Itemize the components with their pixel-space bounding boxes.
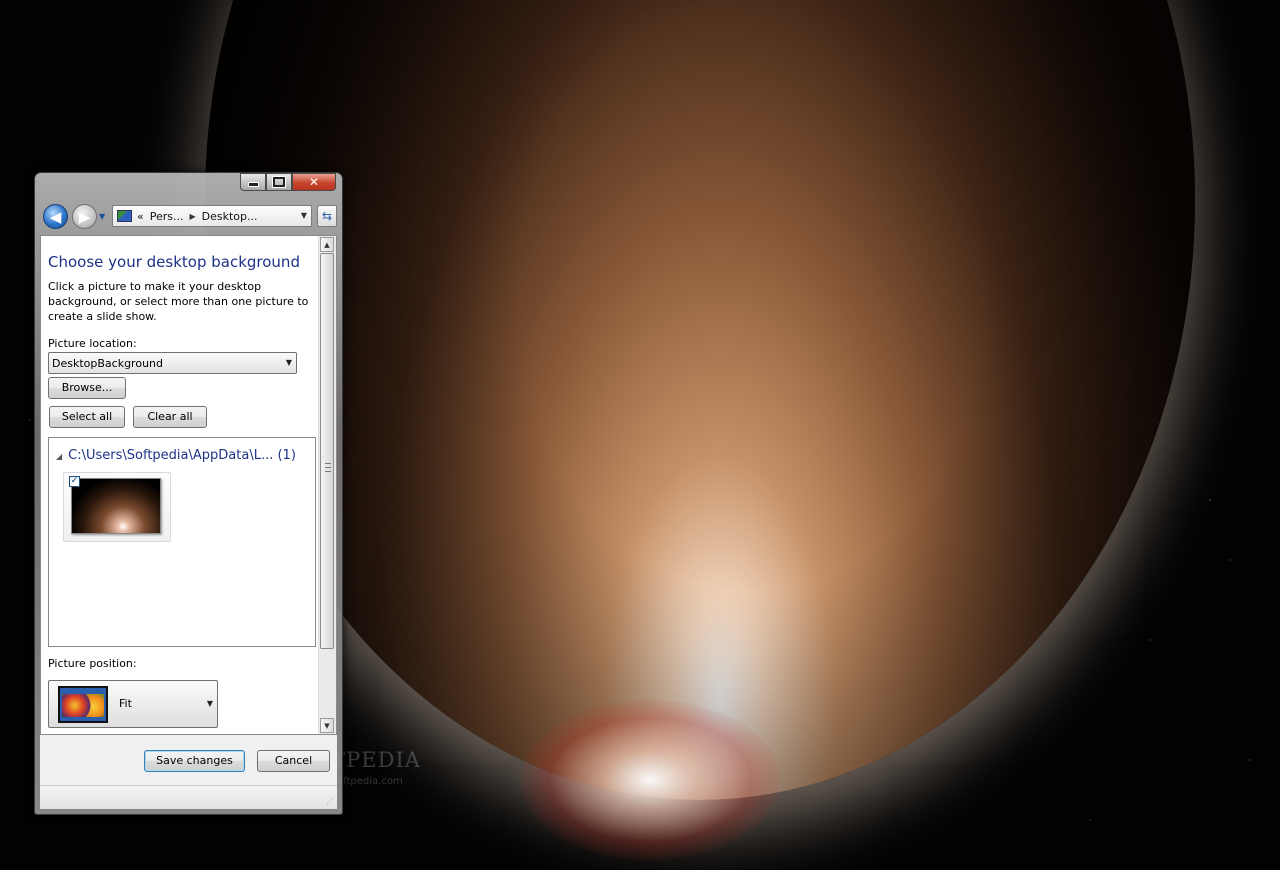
refresh-button[interactable]: ⇆ [317, 205, 337, 227]
minimize-icon [247, 182, 259, 187]
close-button[interactable]: ✕ [292, 173, 336, 191]
back-arrow-icon: ◀ [49, 207, 62, 226]
resize-grip-icon[interactable]: ⋰ [326, 797, 334, 806]
vertical-scrollbar[interactable]: ▲ ▼ [318, 236, 336, 734]
refresh-icon: ⇆ [321, 209, 333, 223]
chevron-down-icon: ▼ [206, 699, 213, 708]
page-description: Click a picture to make it your desktop … [48, 280, 309, 323]
scrollbar-thumb[interactable] [320, 253, 334, 649]
collapse-triangle-icon[interactable]: ◢ [56, 452, 62, 461]
picture-position-value: Fit [119, 697, 132, 710]
address-dropdown-icon[interactable]: ▼ [301, 211, 307, 220]
picture-position-dropdown[interactable]: Fit ▼ [48, 680, 218, 728]
lens-flare [520, 700, 780, 860]
breadcrumb-personalization[interactable]: Pers... [150, 210, 184, 223]
page-title: Choose your desktop background [48, 253, 300, 271]
forward-button[interactable]: ▶ [72, 204, 97, 229]
folder-group-header[interactable]: ◢ C:\Users\Softpedia\AppData\L... (1) [56, 448, 296, 463]
cancel-button[interactable]: Cancel [257, 750, 330, 772]
picture-thumbnail-tile[interactable]: ✓ [63, 472, 171, 542]
picture-location-dropdown[interactable]: DesktopBackground ▼ [48, 352, 297, 374]
picture-location-label: Picture location: [48, 337, 137, 350]
browse-button[interactable]: Browse... [48, 377, 126, 399]
content-pane: Choose your desktop background Click a p… [40, 235, 337, 735]
picture-location-value: DesktopBackground [52, 357, 163, 370]
save-changes-button[interactable]: Save changes [144, 750, 245, 772]
address-bar[interactable]: « Pers... ▶ Desktop... ▼ [112, 205, 312, 227]
maximize-icon [272, 176, 286, 188]
recent-pages-dropdown[interactable]: ▼ [99, 212, 105, 221]
thumbnail-checkbox[interactable]: ✓ [69, 476, 80, 487]
picture-position-label: Picture position: [48, 657, 137, 670]
clear-all-button[interactable]: Clear all [133, 406, 207, 428]
flowers-preview-image [62, 694, 104, 717]
status-bar: ⋰ [40, 785, 337, 809]
close-icon: ✕ [308, 175, 320, 189]
maximize-button[interactable] [266, 173, 292, 191]
forward-arrow-icon: ▶ [78, 207, 91, 226]
scroll-down-icon: ▼ [324, 721, 330, 730]
minimize-button[interactable] [240, 173, 266, 191]
chevron-down-icon: ▼ [285, 358, 292, 367]
back-button[interactable]: ◀ [43, 204, 68, 229]
dialog-footer: Save changes Cancel [40, 735, 337, 785]
scroll-down-button[interactable]: ▼ [320, 718, 334, 733]
folder-path: C:\Users\Softpedia\AppData\L... (1) [68, 448, 296, 463]
select-all-button[interactable]: Select all [49, 406, 125, 428]
position-preview-icon [58, 686, 108, 723]
breadcrumb-desktop-background[interactable]: Desktop... [202, 210, 258, 223]
scroll-up-icon: ▲ [324, 240, 330, 249]
breadcrumb-separator-icon[interactable]: ▶ [190, 212, 196, 221]
chevron-down-icon: ▼ [99, 212, 106, 221]
scroll-grip-icon [325, 463, 331, 472]
scroll-up-button[interactable]: ▲ [320, 237, 334, 252]
control-panel-icon [117, 210, 132, 222]
caption-buttons: ✕ [240, 173, 336, 191]
personalization-window: ✕ ◀ ▶ ▼ « Pers... ▶ Desktop... ▼ ⇆ Choos… [34, 172, 343, 815]
breadcrumb-overflow[interactable]: « [137, 210, 144, 223]
planet-thumbnail [71, 478, 161, 534]
picture-list[interactable]: ◢ C:\Users\Softpedia\AppData\L... (1) ✓ [48, 437, 316, 647]
